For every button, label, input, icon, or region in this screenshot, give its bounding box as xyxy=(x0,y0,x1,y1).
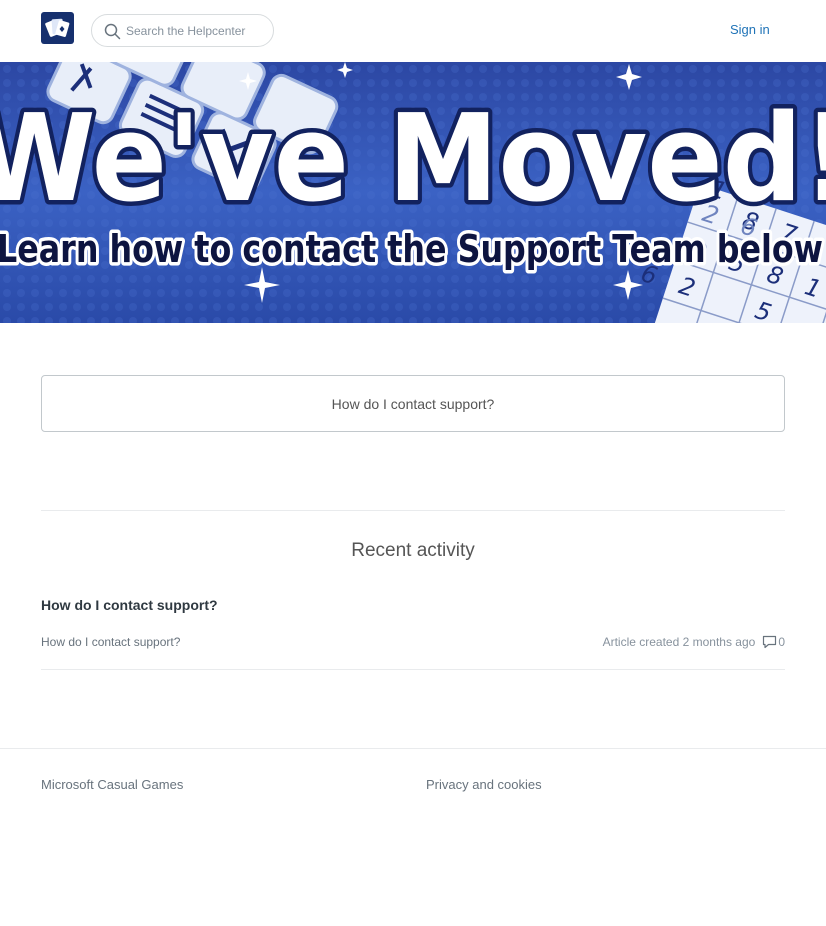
comment-count-value: 0 xyxy=(778,635,785,649)
hero-banner: 1 8 7 2 6 9 5 8 2 6 5 1 We've Moved! Lea… xyxy=(0,62,826,323)
activity-timestamp: Article created 2 months ago xyxy=(602,635,756,649)
comment-icon xyxy=(763,635,777,649)
recent-activity-heading: Recent activity xyxy=(351,540,475,561)
activity-article-link[interactable]: How do I contact support? xyxy=(41,635,180,649)
comment-count: 0 xyxy=(762,635,785,649)
search-bar[interactable] xyxy=(91,14,274,47)
activity-section-title-link[interactable]: How do I contact support? xyxy=(41,597,218,613)
footer-divider xyxy=(0,748,826,749)
search-icon xyxy=(104,23,121,40)
hero-headline: We've Moved! xyxy=(0,90,826,229)
activity-meta: Article created 2 months ago 0 xyxy=(603,635,785,649)
microsoft-casual-games-logo-icon[interactable] xyxy=(41,12,74,44)
activity-divider xyxy=(41,669,785,670)
footer-privacy-link[interactable]: Privacy and cookies xyxy=(426,777,542,792)
promoted-article-link[interactable]: How do I contact support? xyxy=(41,375,785,432)
hero-subheadline: Learn how to contact the Support Team be… xyxy=(0,227,823,271)
sign-in-link[interactable]: Sign in xyxy=(730,22,770,37)
search-input[interactable] xyxy=(126,22,266,40)
footer-company-link[interactable]: Microsoft Casual Games xyxy=(41,777,183,792)
section-divider xyxy=(41,510,785,511)
site-header: Sign in xyxy=(0,0,826,62)
